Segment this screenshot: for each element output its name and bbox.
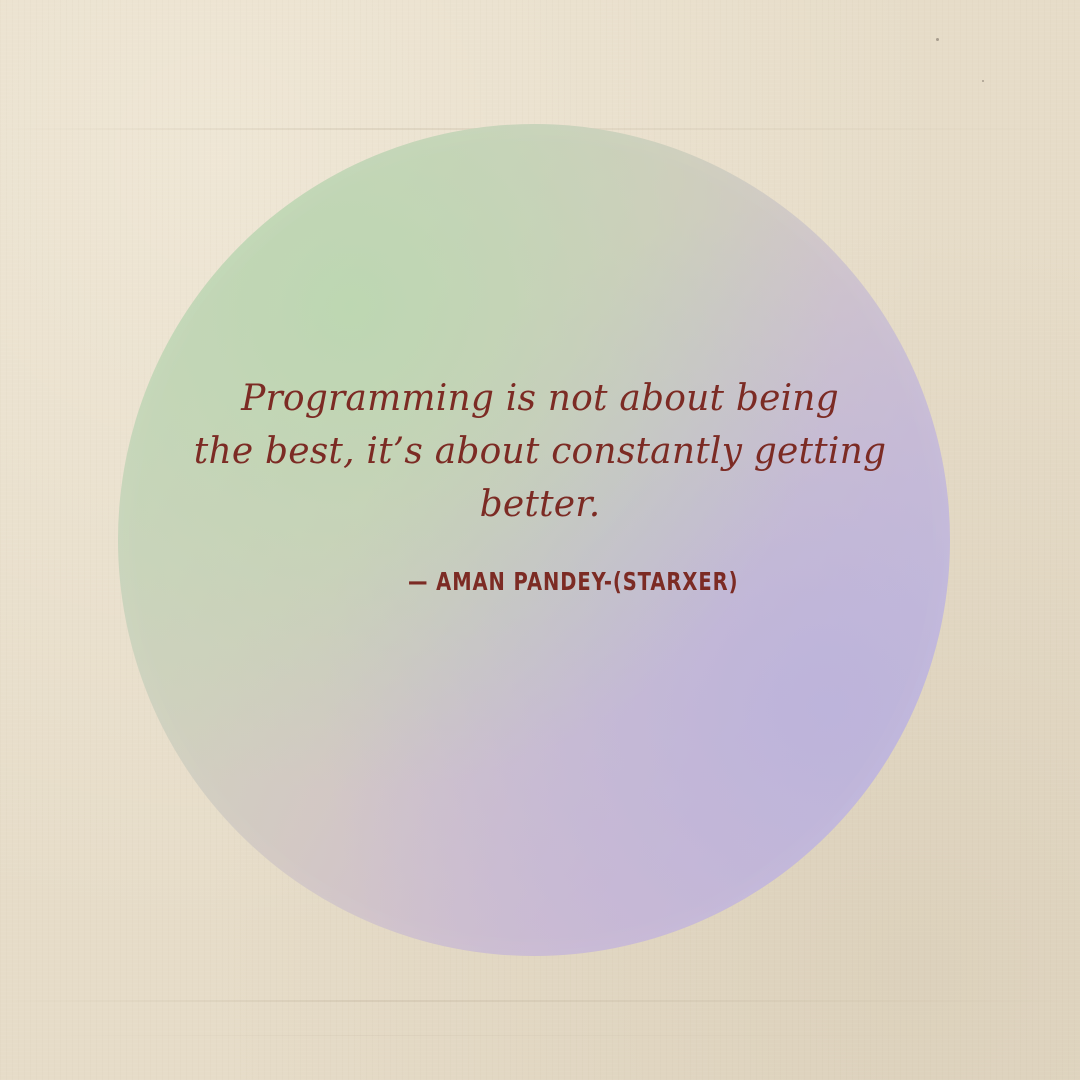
paper-fold-line [0, 1035, 1080, 1036]
quote-line: the best, it’s about constantly getting [193, 431, 887, 472]
quote-text: Programming is not about being the best,… [150, 372, 930, 531]
quote-author: — AMAN PANDEY-(STARXER) [408, 567, 739, 596]
paper-speck [982, 80, 984, 82]
paper-speck [936, 38, 939, 41]
quote-line: better. [479, 484, 601, 525]
paper-fold-line [0, 1000, 1080, 1002]
gradient-circle [118, 124, 950, 956]
quote-line: Programming is not about being [241, 378, 839, 419]
